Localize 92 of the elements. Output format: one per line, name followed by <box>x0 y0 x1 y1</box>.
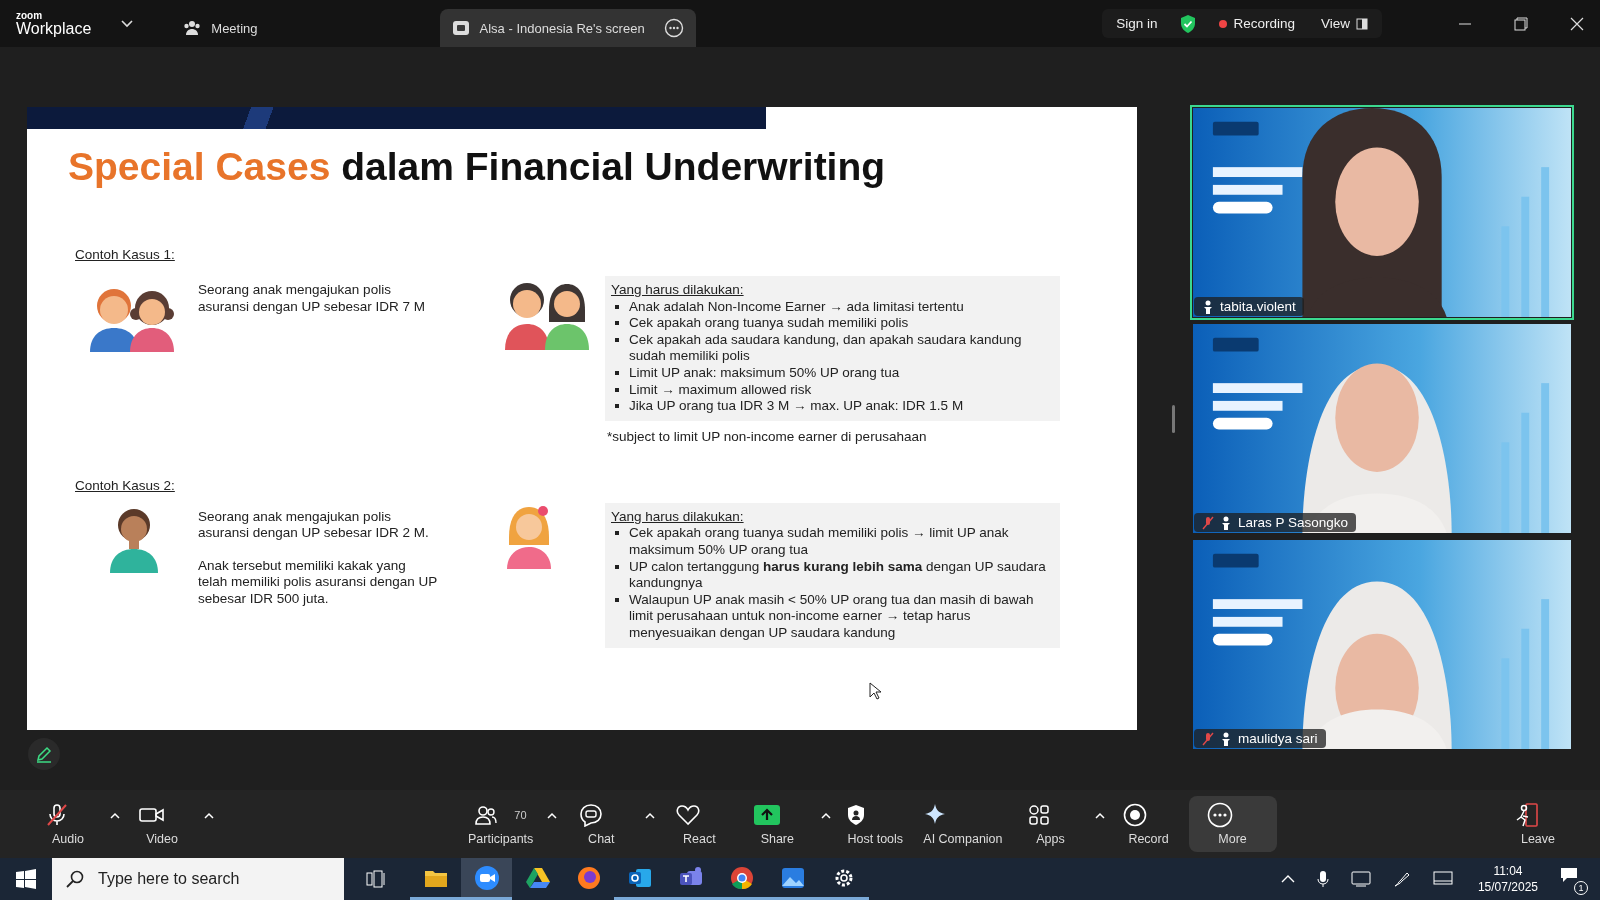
share-icon <box>753 802 780 828</box>
caret-icon <box>110 811 120 819</box>
person-icon <box>1220 731 1232 746</box>
sign-in-button[interactable]: Sign in <box>1112 13 1162 34</box>
action-heading: Yang harus dilakukan: <box>611 282 745 299</box>
bullet-icon <box>615 321 619 326</box>
audio-icon <box>45 802 69 828</box>
action-item: Anak adalah Non-Income Earner → ada limitasi tertentu <box>629 298 964 316</box>
share-button[interactable]: Share <box>739 796 816 852</box>
notification-count: 1 <box>1574 881 1588 895</box>
apps-icon <box>1028 802 1051 828</box>
case-description: Anak tersebut memiliki kakak yang telah memiliki polis asuransi dengan UP sebesar IDR 500 juta. <box>198 557 438 608</box>
action-item: Cek apakah ada saudara kandung, dan apakah saudara kandung sudah memiliki polis <box>629 331 1023 365</box>
video-button[interactable]: Video <box>124 796 200 852</box>
task-view-icon[interactable] <box>366 870 386 888</box>
record-button[interactable]: Record <box>1110 796 1187 852</box>
chevron-down-icon[interactable] <box>121 19 134 28</box>
layout-icon <box>1356 17 1368 30</box>
react-icon <box>676 802 701 828</box>
search-field[interactable]: Type here to search <box>52 858 344 900</box>
participants-button[interactable]: 70 Participants <box>460 796 542 852</box>
participant-count: 70 <box>514 809 527 821</box>
caret-icon <box>547 811 558 819</box>
apps-button[interactable]: Apps <box>1012 796 1089 852</box>
annotate-button[interactable] <box>28 738 60 770</box>
person-icon <box>1202 299 1214 314</box>
mouse-pointer-icon <box>869 682 881 700</box>
slide-title: Special Cases dalam Financial Underwriting <box>68 145 887 189</box>
bullet-icon <box>615 337 619 342</box>
bullet-icon <box>615 531 619 536</box>
tab[interactable]: Alsa - Indonesia Re's screen <box>439 9 696 47</box>
host-icon <box>846 802 867 828</box>
clock-date[interactable]: 15/07/2025 <box>1477 879 1538 895</box>
caret-icon <box>1094 811 1105 819</box>
ai-button[interactable]: AI Companion <box>915 796 1011 852</box>
leave-icon <box>1514 802 1541 828</box>
caret-icon <box>645 811 656 819</box>
pencil-icon <box>35 745 53 763</box>
tab[interactable]: Meeting <box>171 9 270 47</box>
person-icon <box>1220 515 1232 530</box>
caret-icon <box>821 811 832 819</box>
chat-icon <box>579 802 604 828</box>
windows-start-icon[interactable] <box>16 869 36 889</box>
case-description: Seorang anak mengajukan polis asuransi dengan UP sebesar IDR 7 M <box>198 282 427 315</box>
more-icon[interactable] <box>663 18 684 38</box>
close-icon[interactable] <box>1570 16 1584 31</box>
app-logo: zoom Workplace <box>16 10 92 37</box>
view-button[interactable]: View <box>1316 13 1372 34</box>
case-heading: Contoh Kasus 2: <box>75 477 176 493</box>
record-icon <box>1123 802 1148 828</box>
chevron-up-icon[interactable] <box>1280 874 1295 884</box>
zoom-app-icon[interactable] <box>461 858 512 900</box>
boy-drawing <box>108 506 160 573</box>
action-item: Cek apakah orang tuanya sudah memiliki polis <box>629 315 909 332</box>
action-item: UP calon tertanggung harus kurang lebih sama dengan UP saudara kandungnya <box>629 558 1047 592</box>
bullet-icon <box>615 564 619 569</box>
audio-button[interactable]: Audio <box>30 796 106 852</box>
participant-name: Laras P Sasongko <box>1238 515 1349 530</box>
resize-handle[interactable] <box>1172 404 1175 433</box>
participant-name: tabita.violent <box>1220 299 1296 314</box>
display-icon[interactable] <box>1432 871 1453 887</box>
action-heading: Yang harus dilakukan: <box>611 508 745 526</box>
people-icon <box>183 20 202 36</box>
more-icon <box>1207 802 1234 828</box>
microphone-icon[interactable] <box>1316 870 1329 888</box>
message-icon <box>1560 867 1578 883</box>
case-description: Seorang anak mengajukan polis asuransi dengan UP sebesar IDR 2 M. <box>198 508 430 542</box>
more-button[interactable]: More <box>1188 796 1277 852</box>
footnote: *subject to limit UP non-income earner di perusahaan <box>607 428 928 444</box>
restore-icon[interactable] <box>1514 16 1528 31</box>
pen-icon[interactable] <box>1392 870 1411 888</box>
caret-icon <box>204 811 214 819</box>
participant-name: maulidya sari <box>1238 731 1318 746</box>
bullet-icon <box>615 404 619 409</box>
host-button[interactable]: Host tools <box>837 796 914 852</box>
clock-time[interactable]: 11:04 <box>1493 863 1523 879</box>
shield-icon[interactable] <box>1179 13 1198 34</box>
action-item: Limit → maximum allowed risk <box>629 381 812 399</box>
bullet-icon <box>615 370 619 375</box>
react-button[interactable]: React <box>661 796 738 852</box>
action-item: Jika UP orang tua IDR 3 M → max. UP anak: IDR 1.5 M <box>629 398 964 415</box>
notification-button[interactable]: 1 <box>1558 863 1588 895</box>
bullet-icon <box>615 304 619 309</box>
action-item: Walaupun UP anak masih < 50% UP orang tua dan masih di bawah limit perusahaan untuk non-income earner → tetap harus menyesuaikan dengan UP saudara kandung <box>629 591 1035 642</box>
leave-button[interactable]: Leave <box>1500 796 1576 852</box>
case-heading: Contoh Kasus 1: <box>75 247 176 262</box>
chat-button[interactable]: Chat <box>563 796 640 852</box>
bullet-icon <box>615 597 619 602</box>
bullet-icon <box>615 387 619 392</box>
action-item: Limit UP anak: maksimum 50% UP orang tua <box>629 364 900 382</box>
screen-share-icon <box>451 20 470 36</box>
recording-indicator[interactable]: Recording <box>1215 13 1299 34</box>
